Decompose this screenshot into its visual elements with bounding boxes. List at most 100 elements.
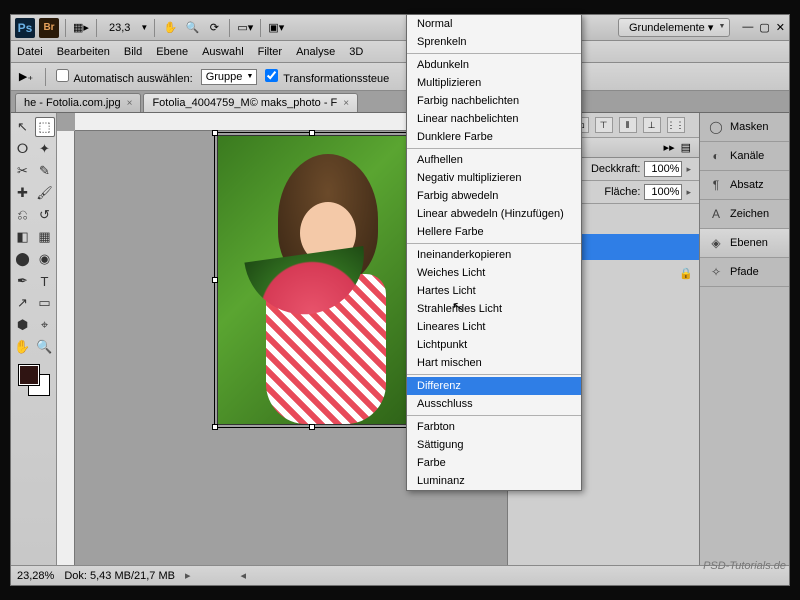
menu-auswahl[interactable]: Auswahl: [202, 46, 244, 58]
blend-mode-item[interactable]: Abdunkeln: [407, 56, 581, 74]
blend-mode-item[interactable]: Weiches Licht: [407, 264, 581, 282]
close-tab-icon[interactable]: ×: [343, 98, 349, 109]
blend-mode-item[interactable]: Normal: [407, 15, 581, 33]
zoom-value[interactable]: 23,3: [103, 22, 136, 34]
minimize-icon[interactable]: —: [742, 21, 753, 34]
close-icon[interactable]: ✕: [776, 21, 785, 34]
tool-3d[interactable]: ⬢: [13, 315, 33, 335]
status-zoom[interactable]: 23,28%: [17, 570, 54, 582]
opacity-flyout-icon[interactable]: ▸: [686, 164, 691, 175]
foreground-color-swatch[interactable]: [19, 365, 39, 385]
panel-kanaele[interactable]: ◐Kanäle: [700, 142, 789, 171]
tool-eyedropper[interactable]: ✎: [35, 161, 55, 181]
blend-mode-item[interactable]: Farbig abwedeln: [407, 187, 581, 205]
color-swatches[interactable]: [17, 363, 51, 397]
hand-tool-icon[interactable]: ✋: [161, 19, 179, 37]
tool-3d-camera[interactable]: ⌖: [35, 315, 55, 335]
tool-lasso[interactable]: ⵔ: [13, 139, 33, 159]
blend-mode-item[interactable]: Farbe: [407, 454, 581, 472]
menu-bild[interactable]: Bild: [124, 46, 142, 58]
move-tool-preset-icon[interactable]: ▶₊: [17, 68, 35, 86]
panel-options-icon[interactable]: ▤: [681, 141, 691, 154]
zoom-dropdown-icon[interactable]: ▼: [140, 23, 148, 32]
scroll-left-icon[interactable]: ◂: [241, 569, 247, 582]
tool-blur[interactable]: ⬤: [13, 249, 33, 269]
auto-select-combo[interactable]: Gruppe: [201, 69, 258, 85]
maximize-icon[interactable]: ▢: [759, 21, 769, 34]
tool-path[interactable]: ↗: [13, 293, 33, 313]
blend-mode-item[interactable]: Dunklere Farbe: [407, 128, 581, 146]
menu-filter[interactable]: Filter: [258, 46, 282, 58]
status-flyout-icon[interactable]: ▸: [185, 569, 191, 582]
blend-mode-item[interactable]: Hartes Licht: [407, 282, 581, 300]
align-top-icon[interactable]: ⊤: [595, 117, 613, 133]
blend-mode-item[interactable]: Sprenkeln: [407, 33, 581, 51]
tool-history-brush[interactable]: ↺: [35, 205, 55, 225]
panel-menu-icon[interactable]: ▸▸: [664, 141, 675, 154]
blend-mode-item[interactable]: Linear nachbelichten: [407, 110, 581, 128]
zoom-tool-icon[interactable]: 🔍: [183, 19, 201, 37]
document-tab[interactable]: he - Fotolia.com.jpg×: [15, 93, 141, 112]
tool-gradient[interactable]: ▦: [35, 227, 55, 247]
rotate-view-icon[interactable]: ⟳: [205, 19, 223, 37]
tool-eraser[interactable]: ◧: [13, 227, 33, 247]
blend-mode-item[interactable]: Differenz: [407, 377, 581, 395]
blend-mode-item[interactable]: Negativ multiplizieren: [407, 169, 581, 187]
close-tab-icon[interactable]: ×: [127, 98, 133, 109]
tool-shape[interactable]: ▭: [35, 293, 55, 313]
tool-brush[interactable]: 🖌: [35, 183, 55, 203]
panel-zeichen[interactable]: AZeichen: [700, 200, 789, 229]
tool-stamp[interactable]: ⎌: [13, 205, 33, 225]
panel-ebenen[interactable]: ◈Ebenen: [700, 229, 789, 258]
menu-ebene[interactable]: Ebene: [156, 46, 188, 58]
tool-zoom[interactable]: 🔍: [35, 337, 55, 357]
menu-bearbeiten[interactable]: Bearbeiten: [57, 46, 110, 58]
document-canvas[interactable]: [217, 135, 407, 425]
tool-crop[interactable]: ✂: [13, 161, 33, 181]
align-center-v-icon[interactable]: ⫴: [619, 117, 637, 133]
distribute-icon[interactable]: ⋮⋮: [667, 117, 685, 133]
blend-mode-item[interactable]: Linear abwedeln (Hinzufügen): [407, 205, 581, 223]
tool-marquee[interactable]: ⬚: [35, 117, 55, 137]
tool-pen[interactable]: ✒: [13, 271, 33, 291]
tool-dodge[interactable]: ◉: [35, 249, 55, 269]
tool-healing[interactable]: ✚: [13, 183, 33, 203]
fill-flyout-icon[interactable]: ▸: [686, 187, 691, 198]
arrange-icon[interactable]: ▭▾: [236, 19, 254, 37]
fill-input[interactable]: [644, 184, 682, 200]
blend-mode-item[interactable]: Luminanz: [407, 472, 581, 490]
blend-mode-menu[interactable]: NormalSprenkelnAbdunkelnMultiplizierenFa…: [406, 14, 582, 491]
blend-mode-item[interactable]: Lineares Licht: [407, 318, 581, 336]
tool-move[interactable]: ↖: [13, 117, 33, 137]
panel-masken[interactable]: ◯Masken: [700, 113, 789, 142]
ps-logo-icon[interactable]: Ps: [15, 18, 35, 38]
blend-mode-item[interactable]: Farbig nachbelichten: [407, 92, 581, 110]
menu-datei[interactable]: Datei: [17, 46, 43, 58]
panel-pfade[interactable]: ✧Pfade: [700, 258, 789, 287]
blend-mode-item[interactable]: Lichtpunkt: [407, 336, 581, 354]
blend-mode-item[interactable]: Aufhellen: [407, 151, 581, 169]
blend-mode-item[interactable]: Ausschluss: [407, 395, 581, 413]
auto-select-checkbox[interactable]: Automatisch auswählen:: [56, 69, 193, 85]
blend-mode-item[interactable]: Farbton: [407, 418, 581, 436]
tool-hand[interactable]: ✋: [13, 337, 33, 357]
opacity-input[interactable]: [644, 161, 682, 177]
workspace-switcher[interactable]: Grundelemente ▾: [618, 18, 730, 37]
panel-absatz[interactable]: ¶Absatz: [700, 171, 789, 200]
launch-icon[interactable]: ▦▸: [72, 19, 90, 37]
document-tab[interactable]: Fotolia_4004759_M© maks_photo - F×: [143, 93, 358, 112]
menu-analyse[interactable]: Analyse: [296, 46, 335, 58]
blend-mode-item[interactable]: Ineinanderkopieren: [407, 246, 581, 264]
menu-3d[interactable]: 3D: [349, 46, 363, 58]
tool-type[interactable]: T: [35, 271, 55, 291]
blend-mode-item[interactable]: Multiplizieren: [407, 74, 581, 92]
blend-mode-item[interactable]: Sättigung: [407, 436, 581, 454]
align-bottom-icon[interactable]: ⊥: [643, 117, 661, 133]
screen-mode-icon[interactable]: ▣▾: [267, 19, 285, 37]
blend-mode-item[interactable]: Hart mischen: [407, 354, 581, 372]
blend-mode-item[interactable]: Hellere Farbe: [407, 223, 581, 241]
bridge-icon[interactable]: Br: [39, 18, 59, 38]
transform-controls-checkbox[interactable]: Transformationssteue: [265, 69, 389, 85]
tool-wand[interactable]: ✦: [35, 139, 55, 159]
blend-mode-item[interactable]: Strahlendes Licht: [407, 300, 581, 318]
